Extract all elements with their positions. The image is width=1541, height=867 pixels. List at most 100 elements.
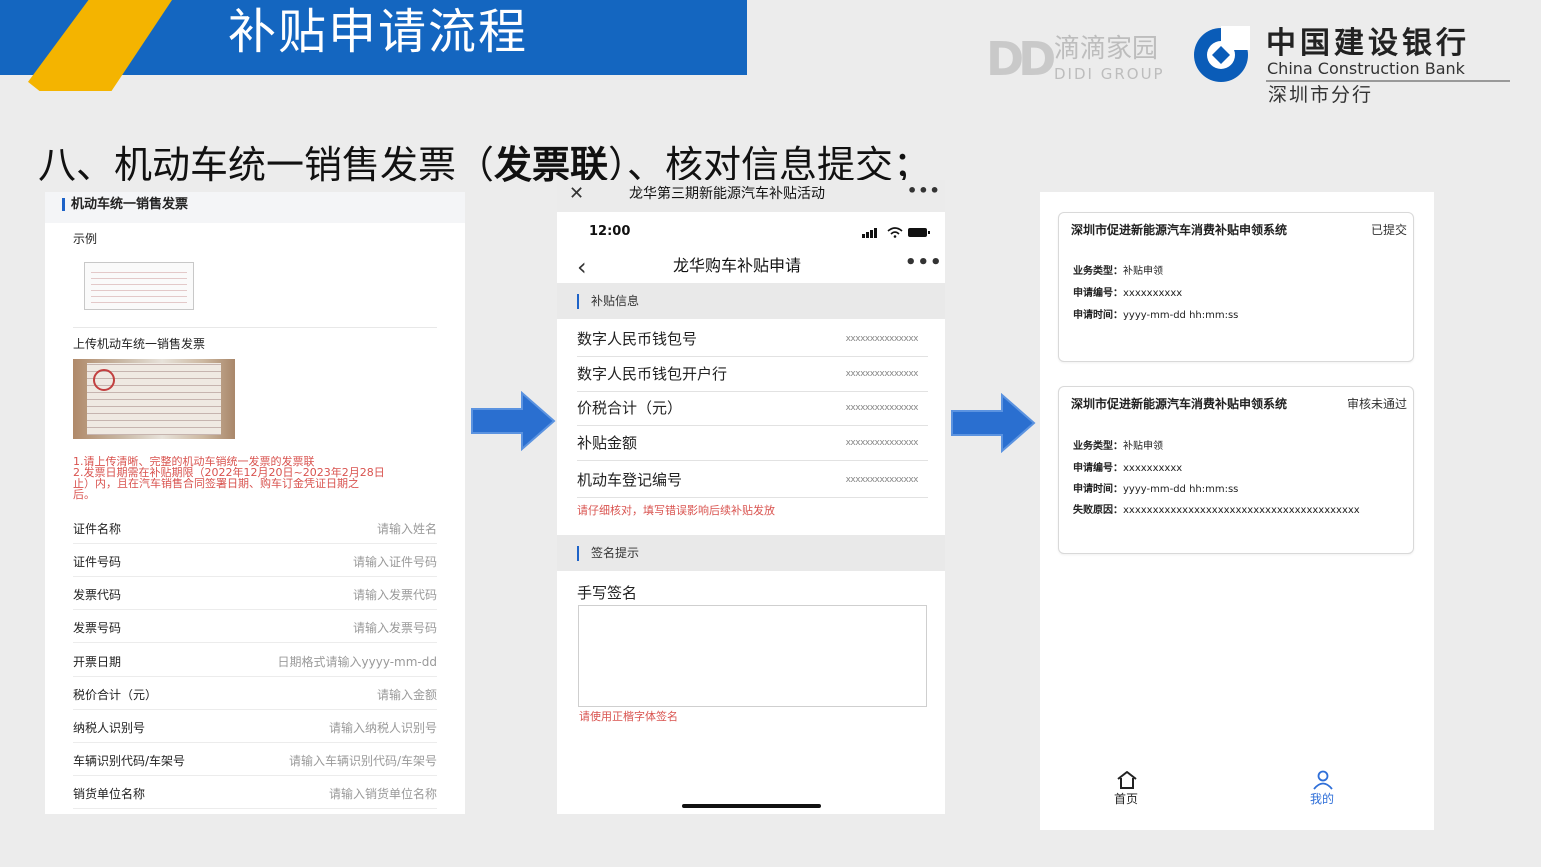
page-title: 龙华购车补贴申请 [673, 256, 802, 275]
section-marker [577, 546, 579, 561]
status-bar-icons [862, 227, 930, 238]
signature-pad[interactable] [578, 605, 927, 707]
invoice-form-header: 机动车统一销售发票 [45, 192, 465, 223]
field-label: 税价合计（元） [73, 688, 158, 702]
didi-logo-cn: 滴滴家园 [1054, 34, 1159, 64]
record-key: 申请编号： [1073, 288, 1123, 299]
field-label: 车辆识别代码/车架号 [73, 754, 186, 768]
row-value[interactable]: xxxxxxxxxxxxxxx [846, 438, 919, 448]
upload-note-line: 2.发票日期需在补贴期限（2022年12月20日~2023年2月28日 [73, 467, 385, 478]
row-value[interactable]: xxxxxxxxxxxxxxx [846, 334, 919, 344]
ccb-logo-en: China Construction Bank [1267, 59, 1465, 78]
row-value[interactable]: xxxxxxxxxxxxxxx [846, 403, 919, 413]
subsidy-application-phone: ✕ 龙华第三期新能源汽车补贴活动 ••• 12:00 ‹ 龙华购车补贴申请 ••… [557, 180, 945, 814]
signature-label: 手写签名 [577, 584, 638, 602]
row-wallet-number[interactable]: 数字人民币钱包号 xxxxxxxxxxxxxxx [577, 322, 928, 357]
close-icon[interactable]: ✕ [569, 183, 584, 205]
field-label: 发票代码 [73, 588, 122, 602]
field-label: 纳税人识别号 [73, 721, 146, 735]
row-label: 补贴金额 [577, 434, 638, 452]
step-title-pre: 八、机动车统一销售发票（ [38, 143, 495, 187]
field-placeholder[interactable]: 请输入纳税人识别号 [329, 719, 437, 736]
record-value: yyyy-mm-dd hh:mm:ss [1123, 310, 1239, 321]
field-label: 证件名称 [73, 522, 122, 536]
row-wallet-bank[interactable]: 数字人民币钱包开户行 xxxxxxxxxxxxxxx [577, 357, 928, 392]
section-subsidy-info: 补贴信息 [557, 283, 945, 319]
field-placeholder[interactable]: 请输入车辆识别代码/车架号 [289, 752, 437, 769]
form-row-id-name[interactable]: 证件名称 请输入姓名 [73, 511, 437, 544]
record-value: 补贴申领 [1123, 266, 1163, 277]
field-placeholder[interactable]: 请输入金额 [377, 686, 437, 703]
field-placeholder[interactable]: 请输入证件号码 [353, 553, 437, 570]
flow-arrow-icon [951, 393, 1036, 453]
form-row-total-amount[interactable]: 税价合计（元） 请输入金额 [73, 677, 437, 710]
form-row-invoice-number[interactable]: 发票号码 请输入发票号码 [73, 610, 437, 643]
record-key: 失败原因： [1073, 505, 1123, 516]
invoice-form-title: 机动车统一销售发票 [71, 197, 189, 212]
field-label: 证件号码 [73, 555, 122, 569]
form-row-invoice-date[interactable]: 开票日期 日期格式请输入yyyy-mm-dd [73, 644, 437, 677]
slide-title: 补贴申请流程 [228, 4, 529, 60]
record-line: 申请编号：xxxxxxxxxx [1073, 288, 1182, 300]
divider [73, 327, 437, 328]
tab-home[interactable]: 首页 [1114, 792, 1138, 806]
row-value[interactable]: xxxxxxxxxxxxxxx [846, 369, 919, 379]
upload-notes: 1.请上传清晰、完整的机动车销统一发票的发票联 2.发票日期需在补贴期限（202… [73, 456, 443, 500]
record-line: 失败原因：xxxxxxxxxxxxxxxxxxxxxxxxxxxxxxxxxxx… [1073, 505, 1360, 517]
form-row-invoice-code[interactable]: 发票代码 请输入发票代码 [73, 577, 437, 610]
form-row-taxpayer-id[interactable]: 纳税人识别号 请输入纳税人识别号 [73, 710, 437, 743]
record-card-rejected[interactable]: 深圳市促进新能源汽车消费补贴申领系统 审核未通过 业务类型：补贴申领 申请编号：… [1058, 386, 1414, 554]
flow-arrow-icon [471, 391, 556, 451]
application-records-panel: 深圳市促进新能源汽车消费补贴申领系统 已提交 业务类型：补贴申领 申请编号：xx… [1040, 192, 1434, 830]
tab-mine[interactable]: 我的 [1310, 792, 1334, 806]
record-system-title: 深圳市促进新能源汽车消费补贴申领系统 [1071, 223, 1288, 237]
ccb-branch: 深圳市分行 [1268, 84, 1374, 106]
form-row-vin[interactable]: 车辆识别代码/车架号 请输入车辆识别代码/车架号 [73, 743, 437, 776]
record-line: 业务类型：补贴申领 [1073, 266, 1163, 278]
section-marker [62, 198, 65, 211]
more-icon[interactable]: ••• [905, 252, 943, 274]
example-label: 示例 [73, 232, 98, 246]
field-placeholder[interactable]: 日期格式请输入yyyy-mm-dd [278, 653, 437, 670]
status-time: 12:00 [589, 224, 631, 239]
home-indicator [682, 804, 821, 808]
row-label: 机动车登记编号 [577, 471, 683, 489]
row-vehicle-registration[interactable]: 机动车登记编号 xxxxxxxxxxxxxxx [577, 463, 928, 498]
back-chevron-icon[interactable]: ‹ [577, 254, 587, 280]
more-icon[interactable]: ••• [907, 180, 941, 202]
field-placeholder[interactable]: 请输入发票号码 [353, 619, 437, 636]
home-icon[interactable] [1116, 770, 1138, 790]
form-row-seller-name[interactable]: 销货单位名称 请输入销货单位名称 [73, 776, 437, 809]
form-row-id-number[interactable]: 证件号码 请输入证件号码 [73, 544, 437, 577]
upload-note-line: 止）内，且在汽车销售合同签署日期、购车订金凭证日期之 [73, 478, 359, 489]
record-value: xxxxxxxxxx [1123, 463, 1183, 474]
sample-invoice-image[interactable] [84, 262, 194, 310]
row-value[interactable]: xxxxxxxxxxxxxxx [846, 475, 919, 485]
section-signature-hint: 签名提示 [557, 535, 945, 571]
field-placeholder[interactable]: 请输入发票代码 [353, 586, 437, 603]
record-value: xxxxxxxxxx [1123, 288, 1183, 299]
record-value: yyyy-mm-dd hh:mm:ss [1123, 484, 1239, 495]
record-line: 申请时间：yyyy-mm-dd hh:mm:ss [1073, 484, 1238, 496]
didi-logo-mark: DD [986, 32, 1056, 86]
user-icon[interactable] [1312, 770, 1334, 790]
ccb-logo-cn: 中国建设银行 [1266, 26, 1470, 61]
record-key: 业务类型： [1073, 266, 1123, 277]
field-placeholder[interactable]: 请输入姓名 [377, 520, 437, 537]
section-marker [577, 294, 579, 309]
record-system-title: 深圳市促进新能源汽车消费补贴申领系统 [1071, 397, 1288, 411]
record-key: 业务类型： [1073, 441, 1123, 452]
ccb-divider [1266, 80, 1510, 82]
upload-label: 上传机动车统一销售发票 [73, 337, 206, 351]
field-label: 销货单位名称 [73, 787, 146, 801]
status-badge: 审核未通过 [1346, 397, 1407, 411]
record-line: 业务类型：补贴申领 [1073, 441, 1163, 453]
record-card-submitted[interactable]: 深圳市促进新能源汽车消费补贴申领系统 已提交 业务类型：补贴申领 申请编号：xx… [1058, 212, 1414, 362]
uploaded-invoice-photo[interactable] [73, 359, 235, 439]
ccb-logo-icon [1194, 26, 1250, 82]
verify-warning: 请仔细核对，填写错误影响后续补贴发放 [577, 504, 775, 517]
field-placeholder[interactable]: 请输入销货单位名称 [329, 785, 437, 802]
upload-note-line: 后。 [73, 489, 95, 500]
row-total-tax[interactable]: 价税合计（元） xxxxxxxxxxxxxxx [577, 391, 928, 426]
row-subsidy-amount[interactable]: 补贴金额 xxxxxxxxxxxxxxx [577, 426, 928, 461]
